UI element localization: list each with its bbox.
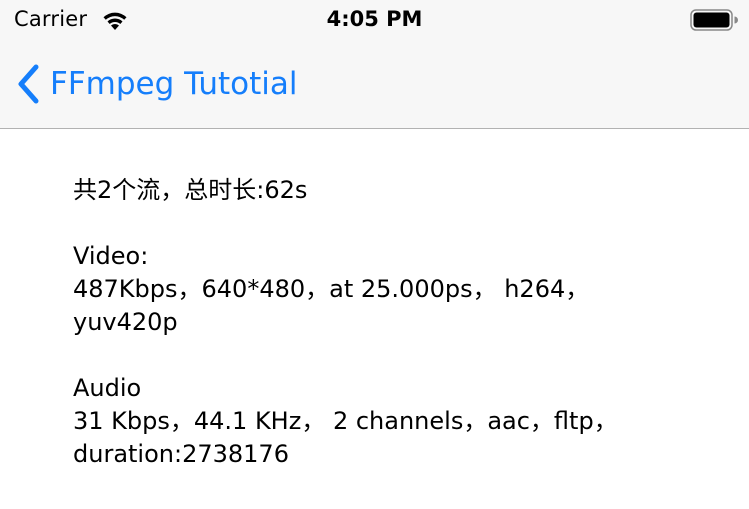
audio-details-line2: duration:2738176: [73, 440, 289, 468]
chevron-left-icon: [18, 64, 39, 104]
navigation-bar: FFmpeg Tutotial: [0, 40, 749, 129]
back-button-label: FFmpeg Tutotial: [50, 66, 298, 102]
stream-info-label: 共2个流，总时长:62s Video: 487Kbps，640*480，at 2…: [73, 174, 713, 471]
video-heading: Video:: [73, 242, 149, 270]
back-button[interactable]: FFmpeg Tutotial: [14, 62, 298, 106]
video-details-line1: 487Kbps，640*480，at 25.000ps， h264，: [73, 275, 590, 303]
video-details-line2: yuv420p: [73, 308, 178, 336]
audio-details-line1: 31 Kbps，44.1 KHz， 2 channels，aac，fltp，: [73, 407, 618, 435]
summary-text: 共2个流，总时长:62s: [73, 176, 308, 204]
clock-label: 4:05 PM: [326, 7, 423, 31]
status-bar: Carrier 4:05 PM: [0, 0, 749, 40]
battery-icon: [690, 9, 738, 31]
audio-heading: Audio: [73, 374, 142, 402]
